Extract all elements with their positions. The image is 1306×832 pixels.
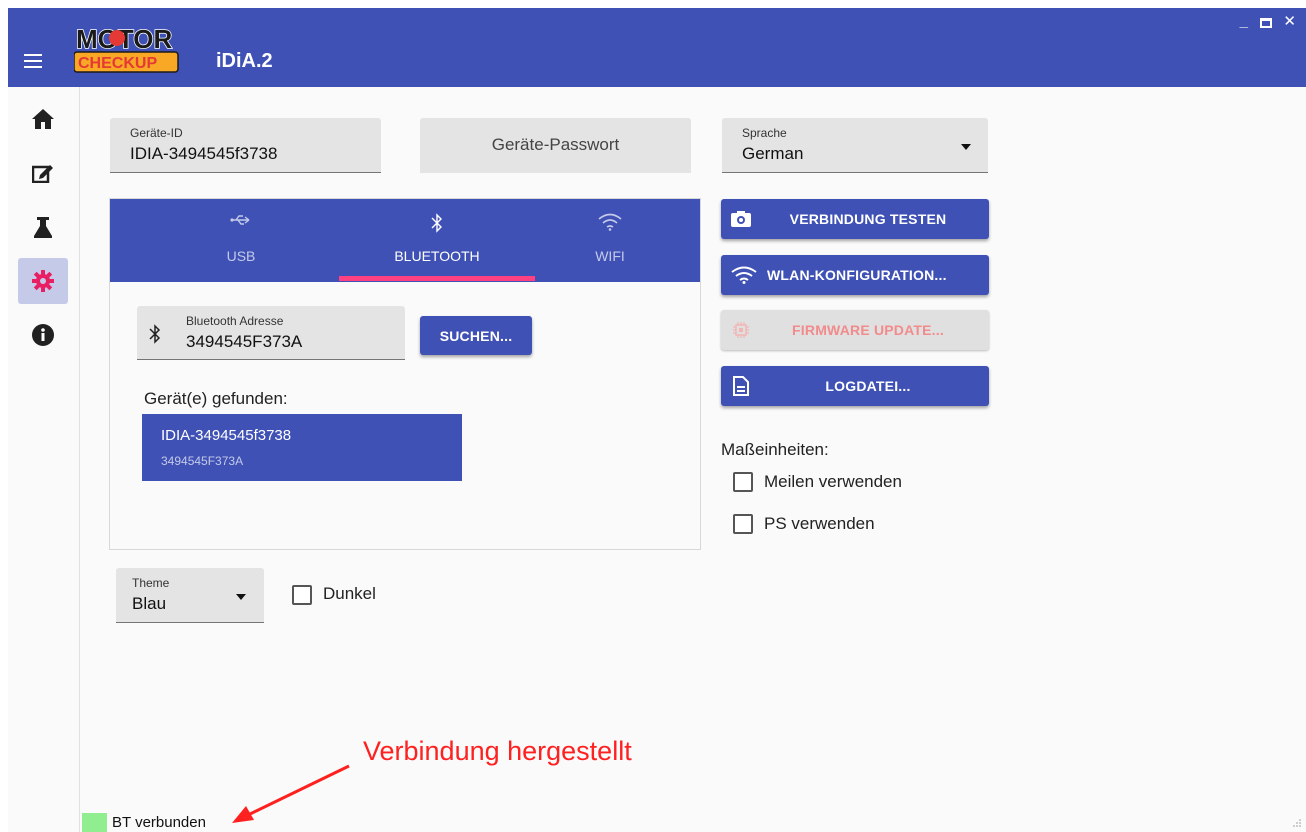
resize-grip-icon[interactable] [1292, 818, 1302, 828]
app-window: _ ✕ MOTOR CHECKUP iDiA.2 [8, 8, 1306, 832]
status-indicator [82, 813, 107, 832]
annotation-arrow [232, 764, 350, 823]
status-text: BT verbunden [112, 814, 206, 831]
